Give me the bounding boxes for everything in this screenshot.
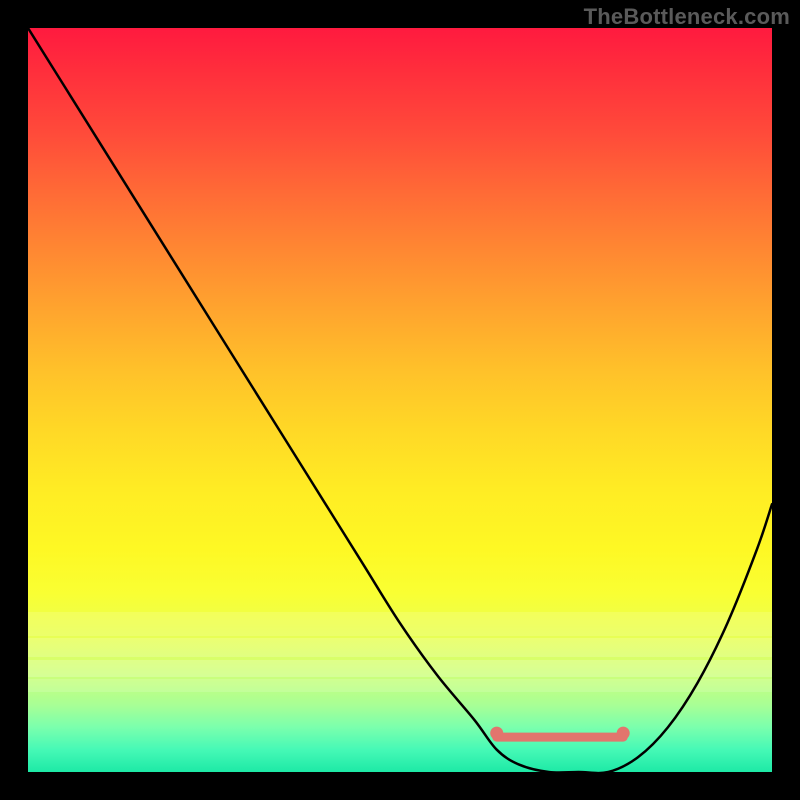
plot-area — [28, 28, 772, 772]
watermark-text: TheBottleneck.com — [584, 4, 790, 30]
optimal-zone-end-dot — [617, 727, 630, 740]
chart-canvas: TheBottleneck.com — [0, 0, 800, 800]
chart-svg — [28, 28, 772, 772]
bottleneck-curve — [28, 28, 772, 772]
optimal-zone-start-dot — [490, 727, 503, 740]
